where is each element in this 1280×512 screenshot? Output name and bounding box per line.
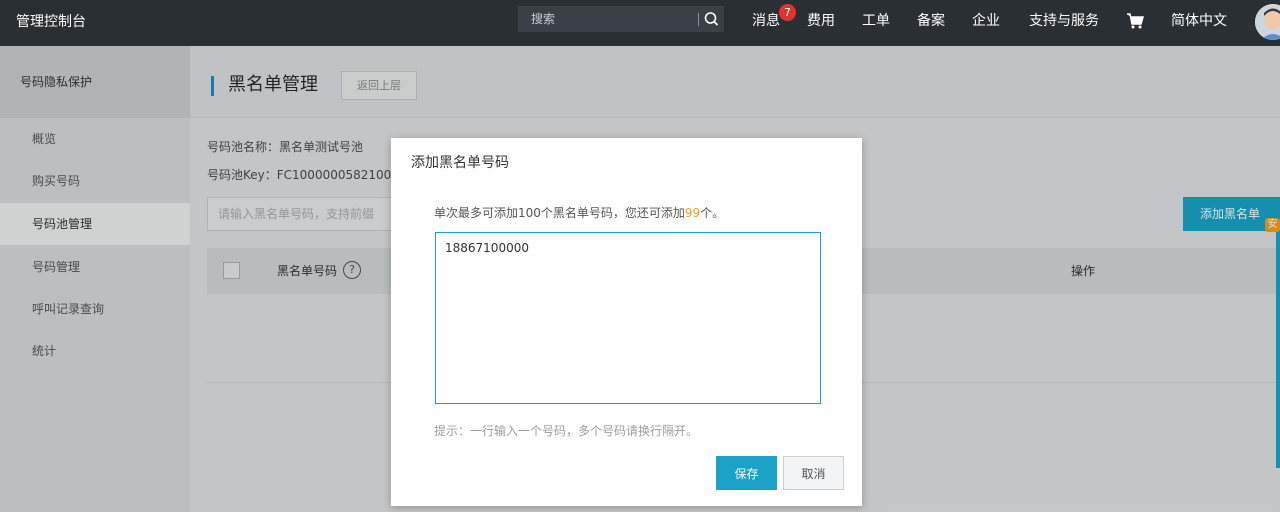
nav-support[interactable]: 支持与服务 (1029, 0, 1099, 42)
search-input[interactable]: 搜索 (531, 6, 555, 32)
blacklist-numbers-textarea[interactable]: 18867100000 (435, 232, 821, 404)
search-box[interactable]: 搜索 (518, 6, 724, 32)
top-navigation-bar: 管理控制台 搜索 消息 7 费用 工单 备案 企业 支持与服务 简体中文 (0, 0, 1280, 46)
cart-icon (1127, 13, 1144, 29)
nav-messages[interactable]: 消息 (752, 0, 780, 42)
dialog-description: 单次最多可添加100个黑名单号码，您还可添加99个。 (434, 204, 724, 222)
cancel-button[interactable]: 取消 (783, 456, 844, 490)
dialog-description-prefix: 单次最多可添加100个黑名单号码，您还可添加 (434, 206, 685, 220)
remaining-count: 99 (684, 206, 701, 220)
nav-tickets[interactable]: 工单 (862, 0, 890, 42)
cart-button[interactable] (1125, 11, 1145, 31)
search-icon (704, 12, 719, 26)
nav-billing[interactable]: 费用 (807, 0, 835, 42)
dialog-description-suffix: 个。 (700, 206, 725, 220)
dialog-title: 添加黑名单号码 (411, 155, 509, 171)
nav-icp[interactable]: 备案 (917, 0, 945, 42)
save-button[interactable]: 保存 (716, 456, 777, 490)
add-blacklist-dialog: 添加黑名单号码 单次最多可添加100个黑名单号码，您还可添加99个。 18867… (391, 138, 862, 506)
search-button[interactable] (699, 6, 724, 32)
nav-enterprise[interactable]: 企业 (972, 0, 1000, 42)
console-brand[interactable]: 管理控制台 (16, 0, 86, 44)
messages-count-badge: 7 (779, 4, 796, 21)
nav-language[interactable]: 简体中文 (1171, 0, 1227, 42)
avatar[interactable] (1255, 4, 1280, 40)
user-avatar-icon (1255, 4, 1280, 40)
dialog-tip: 提示：一行输入一个号码，多个号码请换行隔开。 (434, 424, 699, 438)
